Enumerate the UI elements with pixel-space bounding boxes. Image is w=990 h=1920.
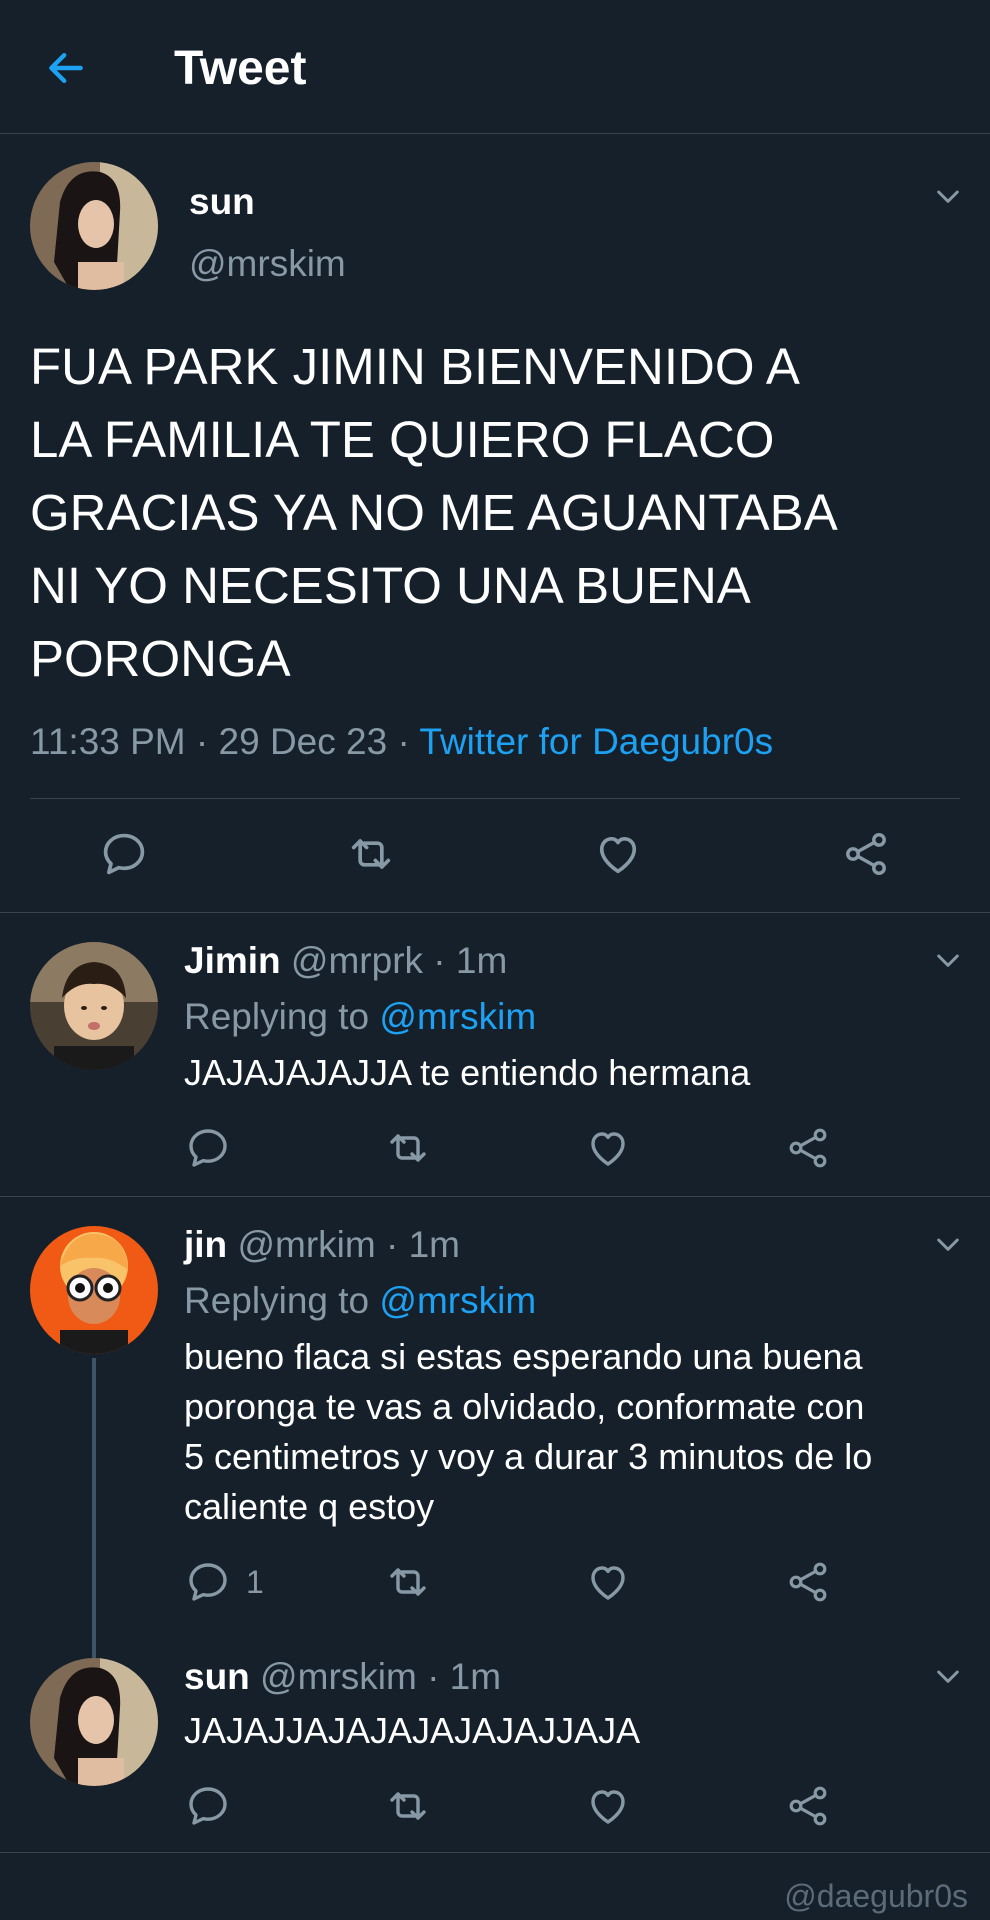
page-title: Tweet (174, 42, 307, 95)
author-name[interactable]: sun (189, 180, 255, 224)
reply-count: 1 (246, 1564, 264, 1600)
avatar[interactable] (30, 1658, 158, 1786)
reply-header: sun @mrskim · 1m (184, 1654, 501, 1700)
replying-to-link[interactable]: @mrskim (379, 1280, 536, 1321)
thread-line (92, 1358, 96, 1658)
replying-prefix: Replying to (184, 1280, 380, 1321)
back-arrow-icon[interactable] (44, 46, 88, 90)
divider (30, 798, 960, 799)
reply-text: JAJAJAJAJJA te entiendo hermana (184, 1052, 751, 1093)
replying-prefix: Replying to (184, 996, 380, 1037)
chevron-down-icon[interactable] (932, 180, 964, 212)
reply-header: jin @mrkim · 1m (184, 1222, 460, 1268)
reply-icon[interactable] (98, 828, 150, 880)
reply-author-name[interactable]: sun (184, 1656, 250, 1697)
retweet-icon[interactable] (384, 1558, 432, 1606)
tweet-source-link[interactable]: Twitter for Daegubr0s (419, 721, 773, 762)
reply-header: Jimin @mrprk · 1m (184, 938, 507, 984)
share-icon[interactable] (784, 1782, 832, 1830)
like-icon[interactable] (584, 1124, 632, 1172)
top-bar: Tweet (0, 0, 990, 134)
reply-handle-time: @mrkim · 1m (227, 1224, 460, 1265)
tweet-timestamp: 11:33 PM · 29 Dec 23 · (30, 721, 420, 762)
replying-to: Replying to @mrskim (184, 1278, 536, 1324)
avatar[interactable] (30, 942, 158, 1070)
chevron-down-icon[interactable] (932, 1228, 964, 1260)
reply-text: bueno flaca si estas esperando una buena… (184, 1336, 873, 1527)
replying-to: Replying to @mrskim (184, 994, 536, 1040)
like-icon[interactable] (592, 828, 644, 880)
reply-author-name[interactable]: jin (184, 1224, 227, 1265)
avatar[interactable] (30, 1226, 158, 1354)
retweet-icon[interactable] (384, 1782, 432, 1830)
chevron-down-icon[interactable] (932, 1660, 964, 1692)
tweet-meta: 11:33 PM · 29 Dec 23 · Twitter for Daegu… (30, 718, 773, 766)
chevron-down-icon[interactable] (932, 944, 964, 976)
reply-handle-time: @mrskim · 1m (249, 1656, 502, 1697)
author-handle[interactable]: @mrskim (189, 242, 346, 286)
avatar[interactable] (30, 162, 158, 290)
divider (0, 1196, 990, 1197)
divider (0, 912, 990, 913)
reply-author-name[interactable]: Jimin (184, 940, 281, 981)
reply-text: JAJAJJAJAJAJAJAJAJJAJA (184, 1710, 641, 1751)
like-icon[interactable] (584, 1558, 632, 1606)
share-icon[interactable] (840, 828, 892, 880)
reply-icon[interactable] (184, 1124, 232, 1172)
tweet-text: FUA PARK JIMIN BIENVENIDO A LA FAMILIA T… (30, 338, 838, 687)
retweet-icon[interactable] (345, 828, 397, 880)
share-icon[interactable] (784, 1558, 832, 1606)
share-icon[interactable] (784, 1124, 832, 1172)
like-icon[interactable] (584, 1782, 632, 1830)
reply-icon[interactable] (184, 1558, 232, 1606)
reply-handle-time: @mrprk · 1m (280, 940, 508, 981)
divider (0, 1852, 990, 1853)
replying-to-link[interactable]: @mrskim (379, 996, 536, 1037)
reply-icon[interactable] (184, 1782, 232, 1830)
retweet-icon[interactable] (384, 1124, 432, 1172)
watermark: @daegubr0s (784, 1878, 968, 1914)
